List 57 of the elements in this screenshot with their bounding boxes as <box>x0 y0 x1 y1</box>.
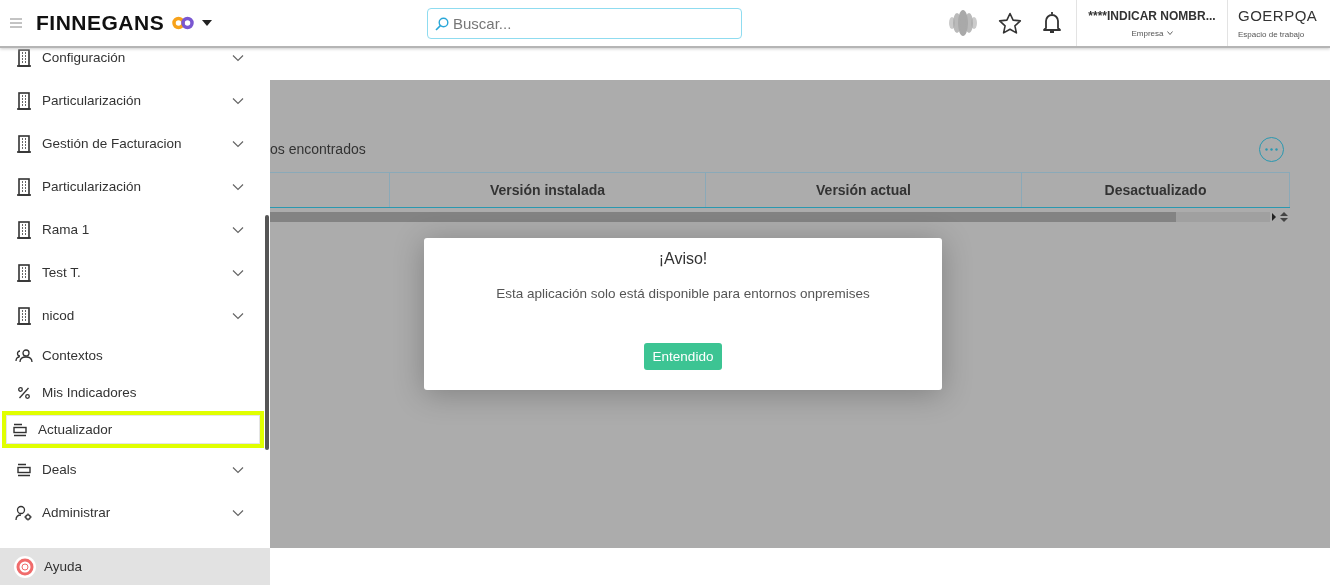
building-icon <box>17 48 31 67</box>
sidebar-item[interactable]: Actualizador <box>2 411 264 448</box>
chevron-down-icon[interactable] <box>232 508 244 517</box>
company-selector[interactable]: ****INDICAR NOMBR... Empresa <box>1076 0 1227 46</box>
chevron-down-icon[interactable] <box>232 96 244 105</box>
user-gear-icon <box>15 504 33 521</box>
bell-icon[interactable] <box>1042 11 1062 35</box>
sidebar-item[interactable]: Gestión de Facturacion <box>0 122 264 165</box>
star-icon[interactable] <box>998 11 1022 35</box>
help-item[interactable]: Ayuda <box>0 548 270 585</box>
sidebar-item[interactable]: Test T. <box>0 251 264 294</box>
blurred-avatar-icon[interactable] <box>948 8 978 38</box>
search-field[interactable]: Buscar... <box>427 7 742 39</box>
search-icon <box>435 16 449 31</box>
workspace-selector[interactable]: GOERPQA Espacio de trabajo <box>1227 0 1330 46</box>
sidebar-item[interactable]: Deals <box>0 448 264 491</box>
building-icon <box>17 306 31 325</box>
sidebar-item[interactable]: Mis Indicadores <box>0 374 264 411</box>
scroll-right-icon[interactable] <box>1270 213 1278 221</box>
building-icon <box>17 263 31 282</box>
building-icon <box>17 220 31 239</box>
dialog-message: Esta aplicación solo está disponible para entornos onpremises <box>496 286 870 301</box>
chevron-down-icon[interactable] <box>232 53 244 62</box>
chevron-down-icon[interactable] <box>232 139 244 148</box>
lifebuoy-icon <box>14 555 36 578</box>
chevron-down-icon[interactable] <box>232 465 244 474</box>
list-icon <box>13 422 27 437</box>
people-icon <box>15 348 33 363</box>
percent-icon <box>18 386 30 399</box>
column-header[interactable]: Versión actual <box>706 173 1022 207</box>
chevron-down-icon[interactable] <box>232 182 244 191</box>
building-icon <box>17 91 31 110</box>
dialog-title: ¡Aviso! <box>658 250 708 268</box>
column-header[interactable]: Versión instalada <box>390 173 706 207</box>
sidebar-item[interactable]: nicod <box>0 294 264 337</box>
scrollbar-thumb[interactable] <box>265 215 269 450</box>
chevron-down-icon[interactable] <box>232 268 244 277</box>
building-icon <box>17 177 31 196</box>
sidebar-item[interactable]: Configuración <box>0 48 264 79</box>
column-header[interactable]: Desactualizado <box>1022 173 1290 207</box>
chevron-down-icon[interactable] <box>232 311 244 320</box>
sidebar-item[interactable]: Rama 1 <box>0 208 264 251</box>
brand-logo-text: FINNEGANS <box>36 11 165 35</box>
scrollbar-thumb[interactable] <box>270 212 1176 222</box>
sidebar-item[interactable]: Contextos <box>0 337 264 374</box>
caret-down-icon[interactable] <box>202 20 213 26</box>
caret-down-icon <box>1166 31 1173 35</box>
chevron-down-icon[interactable] <box>232 225 244 234</box>
list-icon <box>17 462 31 477</box>
results-count-text: os encontrados <box>270 141 366 157</box>
building-icon <box>17 134 31 153</box>
scroll-arrows-icon[interactable] <box>1278 211 1290 223</box>
sidebar-item[interactable]: Particularización <box>0 165 264 208</box>
infinity-logo-icon <box>172 16 195 30</box>
sidebar-item[interactable]: Administrar <box>0 491 264 534</box>
ellipsis-icon <box>1265 147 1278 151</box>
sidebar-item[interactable]: Particularización <box>0 79 264 122</box>
